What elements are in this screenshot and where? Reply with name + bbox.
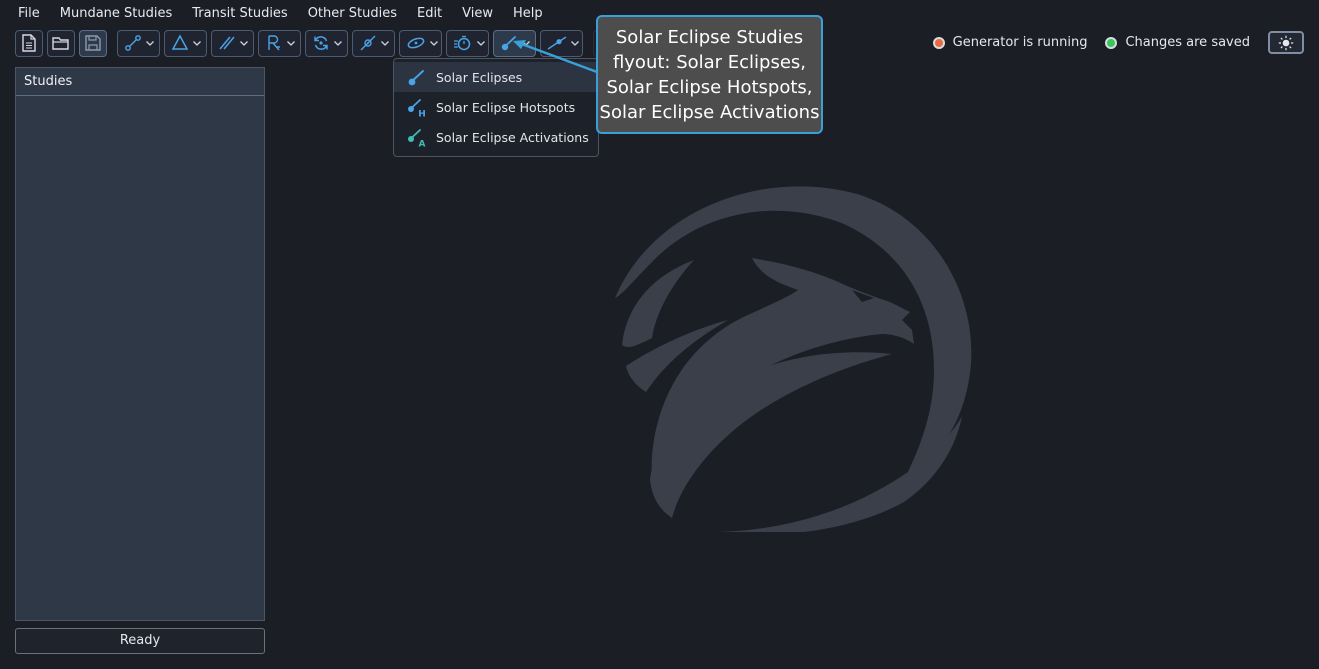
chevron-down-icon: [430, 41, 438, 46]
status-area: Generator is running Changes are saved: [932, 30, 1304, 55]
open-folder-icon: [52, 37, 69, 50]
menu-mundane-studies[interactable]: Mundane Studies: [50, 0, 183, 28]
menu-view[interactable]: View: [452, 0, 503, 28]
ellipse-icon: [407, 37, 425, 49]
solar-eclipse-studies-flyout: Solar Eclipses H Solar Eclipse Hotspots …: [393, 58, 599, 157]
generator-status: Generator is running: [932, 35, 1088, 50]
solar-eclipse-studies-dropdown-button[interactable]: [493, 29, 536, 57]
nodes-dropdown-button[interactable]: [540, 29, 583, 57]
callout-line: flyout: Solar Eclipses,: [612, 52, 807, 73]
aspects-dropdown-button[interactable]: [164, 29, 207, 57]
flyout-item-solar-eclipse-activations[interactable]: A Solar Eclipse Activations: [394, 122, 598, 152]
node-icon: [547, 36, 567, 50]
timer-dropdown-button[interactable]: [446, 29, 489, 57]
open-study-button[interactable]: [47, 29, 75, 57]
svg-text:A: A: [419, 140, 426, 149]
chevron-down-icon: [146, 41, 154, 46]
status-dot-icon: [1105, 36, 1118, 49]
eagle-logo-icon: [615, 186, 972, 532]
solar-eclipse-hotspots-icon: H: [408, 99, 426, 119]
solar-eclipse-icon: [408, 70, 424, 86]
flyout-item-label: Solar Eclipse Activations: [436, 129, 589, 145]
solar-eclipse-activations-icon: A: [408, 129, 426, 149]
flyout-item-solar-eclipses[interactable]: Solar Eclipses: [394, 62, 598, 92]
studies-panel: Studies: [15, 67, 265, 621]
chevron-down-icon: [381, 41, 389, 46]
chevron-down-icon: [571, 41, 579, 46]
parallel-lines-icon: [219, 36, 235, 50]
menu-help[interactable]: Help: [503, 0, 553, 28]
toolbar: 07: [15, 29, 625, 57]
status-bar: Ready: [15, 628, 265, 654]
studies-header: Studies: [16, 68, 264, 96]
menu-transit-studies[interactable]: Transit Studies: [182, 0, 297, 28]
chevron-down-icon: [334, 41, 342, 46]
chevron-down-icon: [477, 41, 485, 46]
chevron-down-icon: [240, 41, 248, 46]
connections-dropdown-button[interactable]: [117, 29, 160, 57]
new-study-button[interactable]: [15, 29, 43, 57]
connection-icon: [125, 35, 141, 51]
retrograde-dropdown-button[interactable]: [258, 29, 301, 57]
generator-status-label: Generator is running: [952, 35, 1088, 50]
save-status-label: Changes are saved: [1125, 35, 1250, 50]
save-icon: [85, 35, 101, 51]
cycle-icon: [314, 36, 328, 50]
annotation-callout: Solar Eclipse Studies flyout: Solar Ecli…: [596, 15, 823, 134]
timer-icon: [454, 35, 471, 51]
menu-edit[interactable]: Edit: [407, 0, 452, 28]
chevron-down-icon: [522, 41, 530, 46]
svg-text:H: H: [418, 110, 426, 119]
callout-line: Solar Eclipse Hotspots,: [606, 77, 813, 98]
flyout-item-label: Solar Eclipse Hotspots: [436, 99, 576, 115]
menu-bar: File Mundane Studies Transit Studies Oth…: [0, 0, 553, 28]
parallels-dropdown-button[interactable]: [211, 29, 254, 57]
planet-orbit-icon: [360, 35, 376, 51]
menu-other-studies[interactable]: Other Studies: [298, 0, 407, 28]
status-dot-icon: [932, 36, 945, 49]
triangle-icon: [171, 34, 189, 50]
flyout-item-solar-eclipse-hotspots[interactable]: H Solar Eclipse Hotspots: [394, 92, 598, 122]
orbits-dropdown-button[interactable]: [352, 29, 395, 57]
chevron-down-icon: [287, 41, 295, 46]
new-file-icon: [22, 34, 36, 52]
ellipse-dropdown-button[interactable]: [399, 29, 442, 57]
callout-line: Solar Eclipse Studies: [615, 27, 804, 48]
save-status: Changes are saved: [1105, 35, 1250, 50]
chevron-down-icon: [193, 41, 201, 46]
save-study-button[interactable]: [79, 29, 107, 57]
sun-icon: [1278, 35, 1294, 50]
retrograde-icon: [268, 35, 280, 51]
solar-eclipse-icon: [501, 36, 516, 51]
theme-toggle-button[interactable]: [1268, 31, 1304, 54]
cycles-dropdown-button[interactable]: [305, 29, 348, 57]
callout-line: Solar Eclipse Activations: [599, 102, 820, 123]
menu-file[interactable]: File: [8, 0, 50, 28]
flyout-item-label: Solar Eclipses: [436, 69, 523, 85]
